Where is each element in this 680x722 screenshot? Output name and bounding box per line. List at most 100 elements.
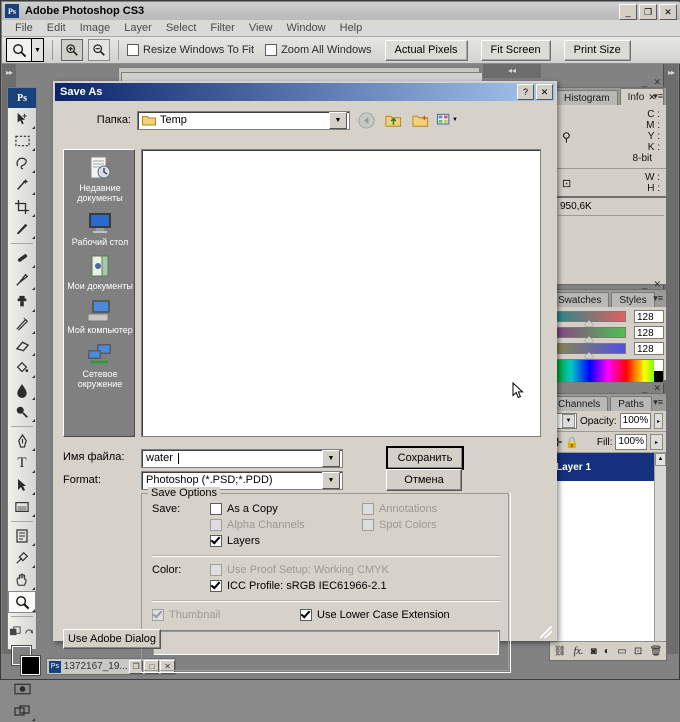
file-list[interactable]: [141, 149, 541, 437]
file-name-input[interactable]: water: [142, 452, 322, 464]
icc-profile-checkbox[interactable]: [210, 580, 222, 592]
lock-all-icon[interactable]: 🔒: [565, 436, 579, 449]
tool-preset-chevron-down-icon[interactable]: ▼: [32, 38, 44, 62]
color-spectrum-ramp[interactable]: [552, 359, 664, 383]
use-adobe-dialog-button[interactable]: Use Adobe Dialog: [63, 629, 161, 649]
as-a-copy-checkbox[interactable]: [210, 503, 222, 515]
folder-combobox[interactable]: Temp ▼: [137, 110, 350, 130]
back-icon[interactable]: [356, 110, 377, 130]
option-icc-profile[interactable]: ICC Profile: sRGB IEC61966-2.1: [210, 580, 500, 592]
clone-stamp-tool[interactable]: [8, 291, 36, 313]
panel-menu-icon[interactable]: ▾≡: [653, 293, 663, 304]
format-chevron-down-icon[interactable]: ▼: [322, 471, 340, 489]
expand-dock-icon[interactable]: ▸▸: [2, 68, 16, 77]
tab-histogram[interactable]: Histogram: [556, 90, 618, 105]
dock-collapse-handle[interactable]: ◂◂: [483, 64, 541, 78]
green-slider-track[interactable]: [552, 327, 626, 342]
help-button[interactable]: ?: [517, 84, 534, 100]
menu-help[interactable]: Help: [333, 21, 370, 35]
brush-tool[interactable]: [8, 269, 36, 291]
menu-layer[interactable]: Layer: [117, 21, 159, 35]
table-row[interactable]: Layer 1: [550, 453, 666, 481]
panel-menu-icon[interactable]: ▾≡: [653, 91, 663, 102]
layers-scrollbar[interactable]: ▲: [654, 453, 666, 641]
menu-select[interactable]: Select: [159, 21, 204, 35]
menu-filter[interactable]: Filter: [203, 21, 241, 35]
background-color-swatch[interactable]: [21, 656, 40, 675]
quick-mask-row[interactable]: [8, 620, 36, 642]
magic-wand-tool[interactable]: [8, 174, 36, 196]
place-recent-documents[interactable]: Недавние документы: [64, 154, 136, 208]
tab-paths[interactable]: Paths: [610, 396, 652, 411]
chevron-down-icon[interactable]: ▼: [561, 414, 575, 428]
up-one-level-icon[interactable]: [383, 110, 404, 130]
panel-window-controls[interactable]: _ ✕: [642, 383, 663, 394]
slider-row-g[interactable]: 128: [552, 326, 664, 342]
place-my-computer[interactable]: Мой компьютер: [64, 296, 136, 340]
menu-image[interactable]: Image: [73, 21, 118, 35]
menu-edit[interactable]: Edit: [40, 21, 73, 35]
opacity-stepper[interactable]: ▸: [654, 413, 663, 429]
slice-tool[interactable]: [8, 218, 36, 240]
use-lower-case-extension-checkbox[interactable]: [300, 609, 312, 621]
new-layer-icon[interactable]: ⊡: [634, 646, 642, 657]
tab-channels[interactable]: Channels: [550, 396, 609, 411]
resize-windows-to-fit-checkbox[interactable]: [127, 44, 139, 56]
panel-menu-icon[interactable]: ▾≡: [653, 397, 663, 408]
dialog-close-button[interactable]: ✕: [536, 84, 553, 100]
layers-checkbox[interactable]: [210, 535, 222, 547]
layer-style-fx-icon[interactable]: fx.: [574, 646, 584, 657]
move-tool[interactable]: [8, 108, 36, 130]
dodge-tool[interactable]: [8, 401, 36, 423]
path-selection-tool[interactable]: [8, 474, 36, 496]
fill-stepper[interactable]: ▸: [650, 434, 663, 450]
actual-pixels-button[interactable]: Actual Pixels: [384, 39, 468, 61]
eraser-tool[interactable]: [8, 335, 36, 357]
option-layers[interactable]: Layers: [210, 535, 500, 547]
hand-tool[interactable]: [8, 569, 36, 591]
history-brush-tool[interactable]: [8, 313, 36, 335]
type-tool[interactable]: T: [8, 452, 36, 474]
marquee-tool[interactable]: [8, 130, 36, 152]
zoom-tool[interactable]: [8, 591, 36, 613]
file-name-combobox[interactable]: water ▼: [141, 448, 343, 468]
quick-mask-mode-button[interactable]: [8, 678, 36, 700]
menu-view[interactable]: View: [242, 21, 280, 35]
notes-tool[interactable]: [8, 525, 36, 547]
folder-chevron-down-icon[interactable]: ▼: [329, 111, 347, 129]
tab-swatches[interactable]: Swatches: [550, 292, 610, 307]
place-network[interactable]: Сетевое окружение: [64, 340, 136, 394]
dialog-resize-grip[interactable]: [540, 626, 552, 638]
screen-mode-button[interactable]: [8, 700, 36, 722]
red-slider-track[interactable]: [552, 311, 626, 326]
option-use-lower-case-extension[interactable]: Use Lower Case Extension: [300, 609, 450, 621]
color-swatches[interactable]: [8, 644, 40, 678]
panel-window-controls[interactable]: _ ✕: [642, 279, 663, 290]
menu-file[interactable]: File: [8, 21, 40, 35]
new-folder-icon[interactable]: [410, 110, 431, 130]
zoom-out-button[interactable]: [88, 39, 110, 61]
blue-value[interactable]: 128: [634, 342, 664, 355]
green-value[interactable]: 128: [634, 326, 664, 339]
resize-windows-to-fit-option[interactable]: Resize Windows To Fit: [127, 44, 254, 56]
blue-slider-track[interactable]: [552, 343, 626, 358]
opacity-value[interactable]: 100%: [619, 413, 652, 429]
minimize-button[interactable]: _: [619, 4, 637, 20]
views-chevron-down-icon[interactable]: ▼: [452, 117, 458, 123]
new-group-icon[interactable]: ▭: [617, 646, 626, 657]
collapse-dock-icon[interactable]: ▸▸: [664, 68, 678, 77]
file-name-chevron-down-icon[interactable]: ▼: [322, 449, 340, 467]
cancel-button[interactable]: Отмена: [386, 469, 462, 491]
panel-window-controls[interactable]: _ ✕: [642, 77, 663, 88]
blue-slider-thumb[interactable]: [584, 352, 594, 358]
place-my-documents[interactable]: Мои документы: [64, 252, 136, 296]
lasso-tool[interactable]: [8, 152, 36, 174]
slider-row-r[interactable]: 128: [552, 310, 664, 326]
fill-value[interactable]: 100%: [615, 434, 647, 450]
zoom-all-windows-option[interactable]: Zoom All Windows: [265, 44, 372, 56]
fit-screen-button[interactable]: Fit Screen: [480, 39, 551, 61]
crop-tool[interactable]: [8, 196, 36, 218]
tool-preset-picker[interactable]: ▼: [6, 38, 44, 62]
green-slider-thumb[interactable]: [584, 336, 594, 342]
adjustment-layer-icon[interactable]: ◐: [604, 646, 610, 657]
